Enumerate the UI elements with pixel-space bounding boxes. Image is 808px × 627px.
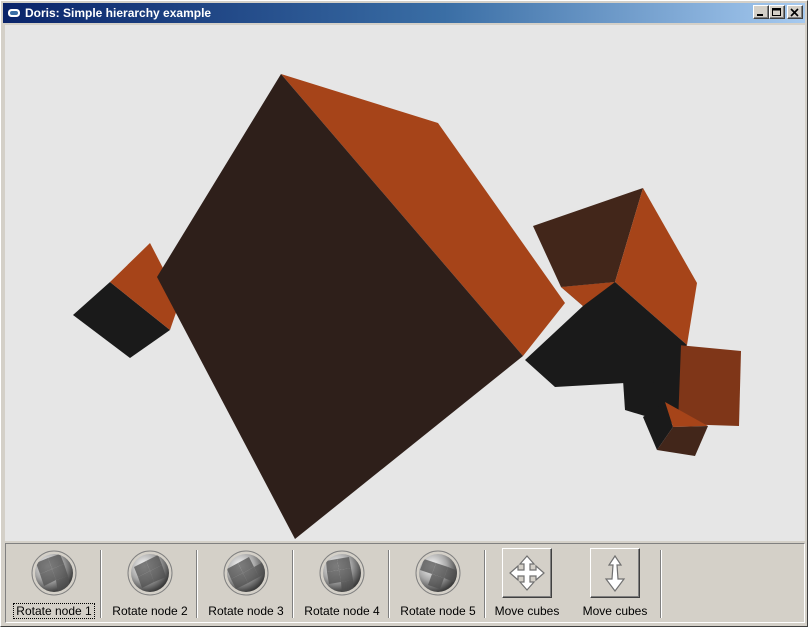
rotate-sphere-icon [221,548,271,598]
close-icon [790,7,799,17]
tool-rotate-node-3[interactable]: Rotate node 3 [202,548,290,620]
tool-label: Rotate node 3 [208,604,284,618]
tool-label: Rotate node 1 [13,603,95,619]
toolbar-separator [484,550,486,618]
toolbar-separator [292,550,294,618]
tool-label: Rotate node 4 [304,604,380,618]
toolbar-separator [388,550,390,618]
rotate-sphere-icon [125,548,175,598]
tool-label: Rotate node 5 [400,604,476,618]
large-center-cube [157,74,565,539]
toolbar-separator [100,550,102,618]
tool-rotate-node-2[interactable]: Rotate node 2 [106,548,194,620]
tool-label: Move cubes [494,604,560,618]
window-title: Doris: Simple hierarchy example [25,6,212,20]
3d-viewport[interactable] [5,25,805,541]
minimize-icon [757,13,763,16]
maximize-button[interactable] [769,5,785,19]
move-vertical-icon [590,548,640,598]
tool-move-cubes-z[interactable]: Move cubes [576,548,654,620]
caption-buttons [753,5,803,19]
move-four-way-icon [502,548,552,598]
toolbar-separator [660,550,662,618]
cube-scene[interactable] [5,25,805,541]
maximize-icon [772,7,781,16]
rotate-sphere-icon [29,548,79,598]
minimize-button[interactable] [753,5,769,19]
tool-rotate-node-1[interactable]: Rotate node 1 [10,548,98,620]
rotate-sphere-icon [317,548,367,598]
tool-move-cubes-xy[interactable]: Move cubes [490,548,564,620]
toolbar: Rotate node 1 Rotate node 2 Rotate node … [5,543,805,623]
rotate-sphere-icon [413,548,463,598]
tool-rotate-node-5[interactable]: Rotate node 5 [394,548,482,620]
tool-rotate-node-4[interactable]: Rotate node 4 [298,548,386,620]
toolbar-separator [196,550,198,618]
tool-label: Rotate node 2 [112,604,188,618]
title-bar[interactable]: Doris: Simple hierarchy example [3,3,805,23]
right-cube-cluster [525,188,741,456]
tool-label: Move cubes [582,604,648,618]
app-window: Doris: Simple hierarchy example Rotate n… [0,0,808,627]
app-icon [6,6,22,20]
small-left-cube [73,243,180,358]
close-button[interactable] [787,5,803,19]
